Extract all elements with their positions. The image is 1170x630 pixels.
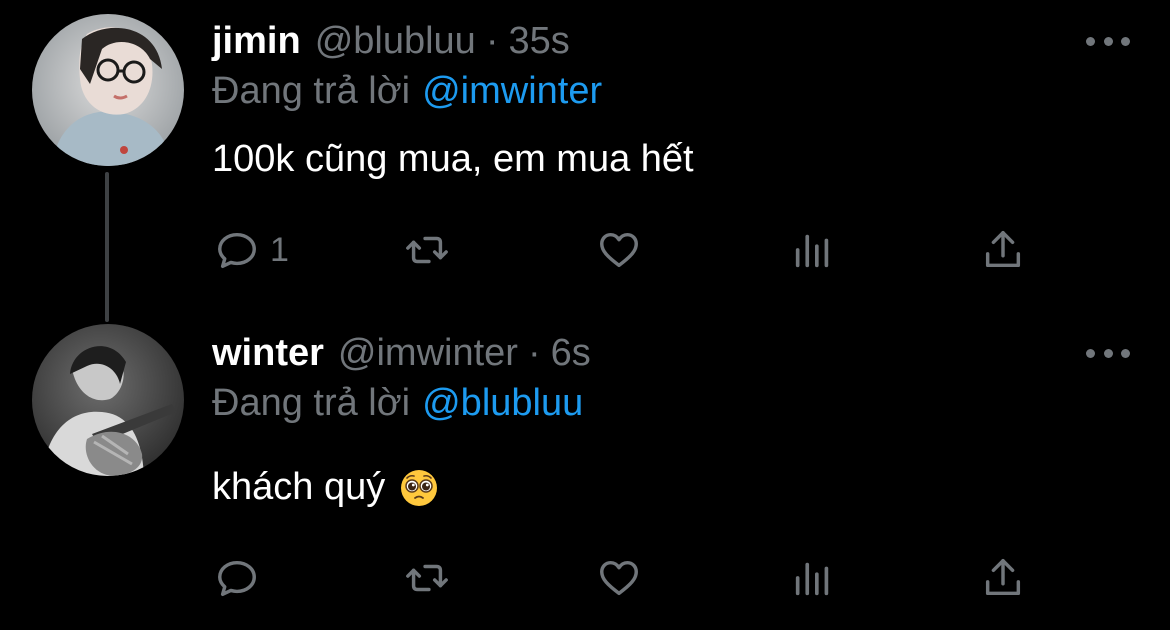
avatar[interactable] (32, 324, 184, 476)
tweet-text: 100k cũng mua, em mua hết (212, 138, 694, 181)
stats-icon (795, 562, 829, 596)
timestamp[interactable]: 6s (551, 332, 591, 375)
like-icon (600, 560, 638, 596)
replying-to-line: Đang trả lời @imwinter (212, 70, 602, 113)
pleading-face-emoji (399, 468, 439, 508)
stats-icon (795, 234, 829, 268)
reply-button[interactable] (214, 554, 270, 602)
timestamp[interactable]: 35s (508, 20, 569, 63)
username-handle[interactable]: @blubluu (315, 20, 476, 63)
reply-button[interactable]: 1 (214, 226, 289, 274)
retweet-icon (406, 236, 448, 264)
tweet[interactable]: winter @imwinter · 6s Đang trả lời @blubl… (0, 318, 1170, 630)
tweet-header: winter @imwinter · 6s (212, 332, 591, 376)
view-stats-button[interactable] (790, 554, 836, 602)
tweet-header: jimin @blubluu · 35s (212, 20, 570, 64)
reply-icon (218, 232, 256, 269)
reply-icon (218, 560, 256, 597)
replying-to-mention[interactable]: @blubluu (422, 382, 583, 424)
share-button[interactable] (980, 554, 1026, 602)
tweet-text-content: khách quý (212, 466, 386, 508)
retweet-button[interactable] (404, 226, 450, 274)
more-options-icon[interactable] (1086, 346, 1130, 360)
retweet-button[interactable] (404, 554, 450, 602)
tweet[interactable]: jimin @blubluu · 35s Đang trả lời @imwint… (0, 0, 1170, 318)
view-stats-button[interactable] (790, 226, 836, 274)
share-button[interactable] (980, 226, 1026, 274)
like-button[interactable] (596, 554, 642, 602)
like-button[interactable] (596, 226, 642, 274)
replying-to-line: Đang trả lời @blubluu (212, 382, 583, 425)
more-options-icon[interactable] (1086, 34, 1130, 48)
reply-count: 1 (270, 230, 289, 269)
share-icon (985, 231, 1021, 268)
tweet-actions (0, 554, 1170, 602)
separator-dot: · (485, 20, 499, 62)
like-icon (600, 232, 638, 268)
replying-to-label: Đang trả lời (212, 382, 411, 424)
retweet-icon (406, 564, 448, 592)
share-icon (985, 559, 1021, 596)
username-handle[interactable]: @imwinter (338, 332, 518, 375)
display-name[interactable]: jimin (212, 20, 301, 63)
avatar[interactable] (32, 14, 184, 166)
display-name[interactable]: winter (212, 332, 324, 375)
replying-to-mention[interactable]: @imwinter (422, 70, 602, 112)
tweet-text-content: 100k cũng mua, em mua hết (212, 138, 694, 180)
tweet-actions: 1 (0, 226, 1170, 274)
replying-to-label: Đang trả lời (212, 70, 411, 112)
tweet-text: khách quý (212, 466, 439, 509)
separator-dot: · (527, 332, 541, 374)
